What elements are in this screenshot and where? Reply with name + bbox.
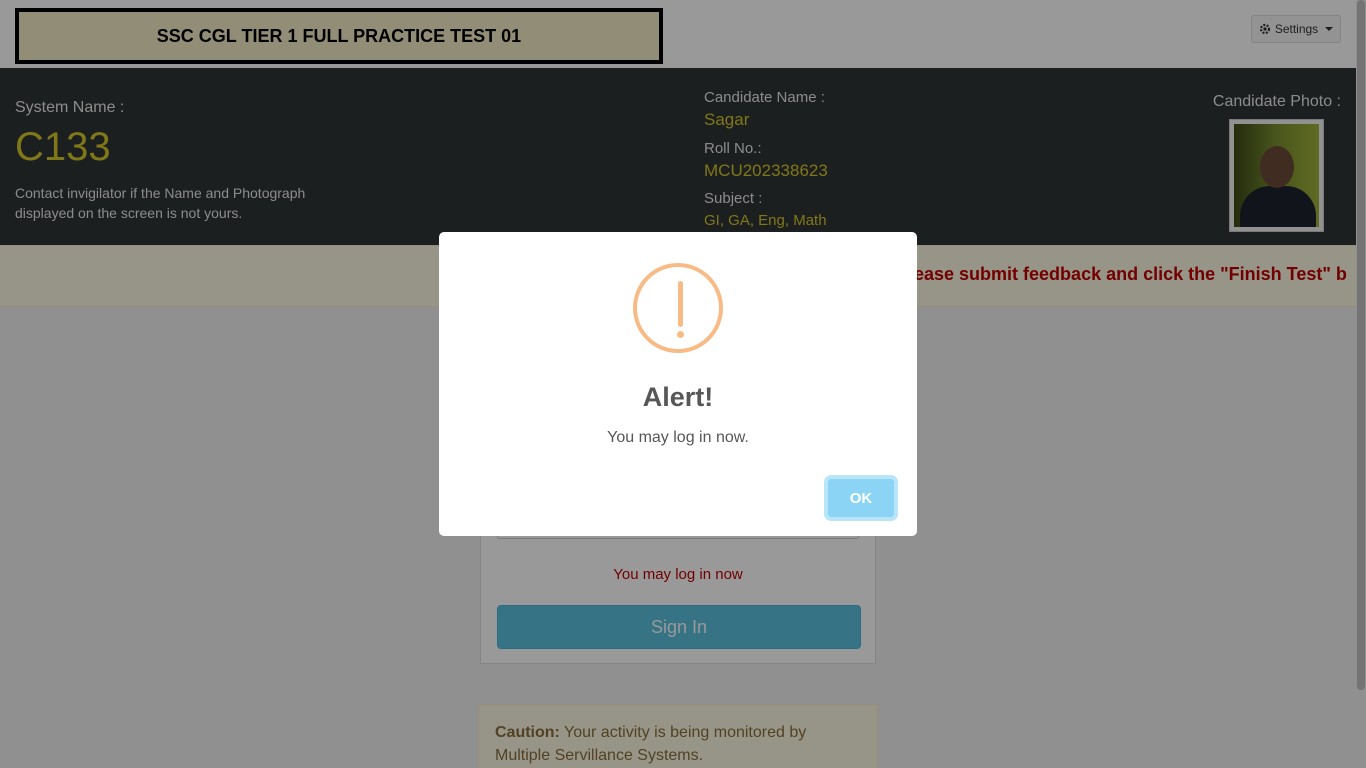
alert-message: You may log in now. [607, 429, 749, 446]
ok-button[interactable]: OK [826, 477, 896, 519]
warning-icon [633, 263, 723, 353]
alert-dialog: Alert! You may log in now. OK [439, 232, 917, 536]
alert-title: Alert! [642, 382, 714, 412]
